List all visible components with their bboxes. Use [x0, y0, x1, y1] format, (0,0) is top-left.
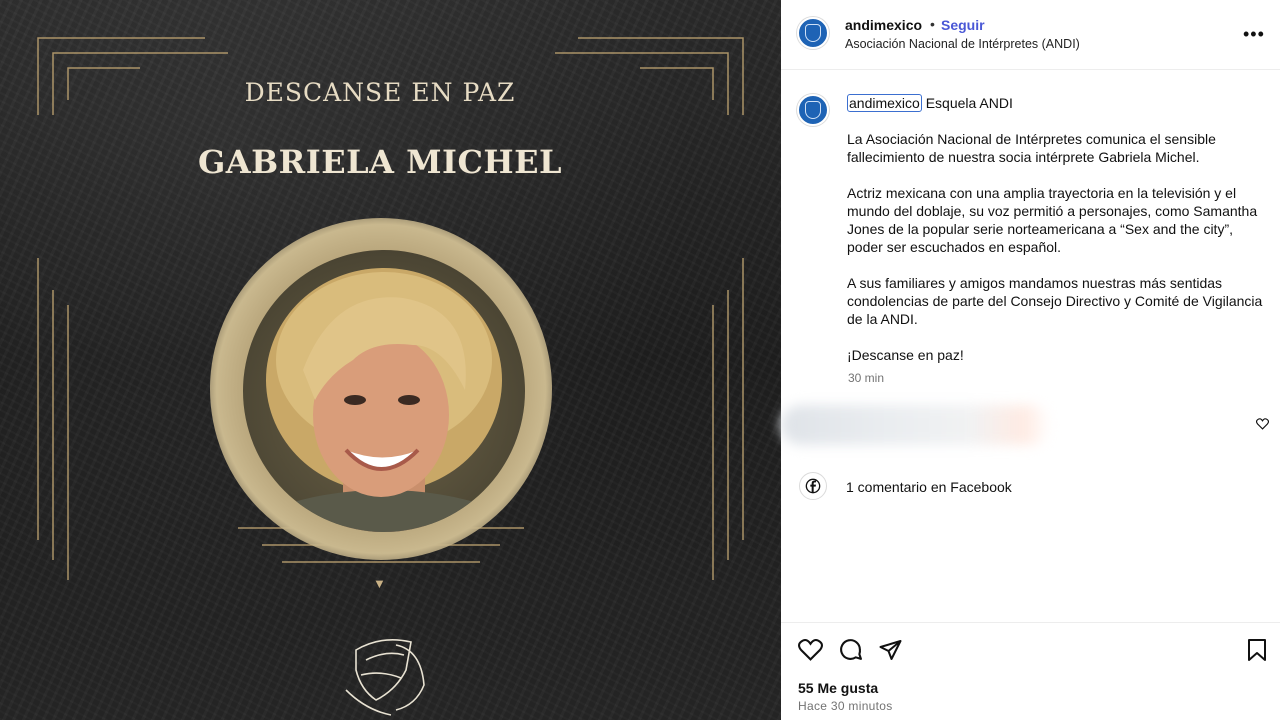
caption-title: Esquela ANDI — [921, 95, 1013, 111]
facebook-icon — [799, 472, 827, 500]
portrait-photo — [243, 250, 525, 532]
post-side-panel: andimexico • Seguir Asociación Nacional … — [781, 0, 1280, 720]
caption-avatar[interactable] — [797, 94, 829, 126]
caption-heading: andimexico Esquela ANDI — [847, 94, 1267, 112]
post-actions-bar: 55 Me gusta Hace 30 minutos — [781, 622, 1280, 720]
header-location[interactable]: Asociación Nacional de Intérpretes (ANDI… — [845, 37, 1080, 51]
deceased-name: GABRIELA MICHEL — [197, 143, 563, 181]
bookmark-save-icon[interactable] — [1247, 638, 1267, 662]
follow-button[interactable]: Seguir — [941, 17, 985, 33]
caption-paragraph: La Asociación Nacional de Intérpretes co… — [847, 131, 1216, 165]
caption-username-link[interactable]: andimexico — [847, 94, 922, 112]
comment-icon[interactable] — [838, 637, 863, 662]
caption-paragraph: Actriz mexicana con una amplia trayector… — [847, 185, 1258, 255]
rip-subtitle: DESCANSE EN PAZ — [244, 78, 516, 107]
share-send-icon[interactable] — [878, 638, 903, 662]
caption-closing: ¡Descanse en paz! — [847, 347, 964, 363]
header-username[interactable]: andimexico — [845, 17, 922, 33]
like-heart-icon[interactable] — [798, 638, 823, 662]
comment-like-heart-icon[interactable] — [1256, 418, 1269, 430]
andi-logo-icon — [345, 639, 425, 716]
triangle-down-icon: ▼ — [373, 576, 386, 591]
header-separator: • — [930, 16, 935, 32]
caption-paragraph: A sus familiares y amigos mandamos nuest… — [847, 275, 1263, 327]
like-count[interactable]: 55 Me gusta — [798, 680, 878, 696]
profile-avatar[interactable] — [797, 17, 829, 49]
more-options-icon[interactable]: ••• — [1243, 24, 1265, 45]
blurred-comment — [781, 405, 1051, 445]
post-image[interactable]: DESCANSE EN PAZ GABRIELA MICHEL ▼ — [0, 0, 781, 720]
facebook-comments-link[interactable]: 1 comentario en Facebook — [846, 479, 1012, 495]
caption-timestamp[interactable]: 30 min — [848, 371, 884, 385]
post-time-ago[interactable]: Hace 30 minutos — [798, 699, 893, 713]
post-caption: andimexico Esquela ANDI La Asociación Na… — [847, 94, 1267, 364]
post-header: andimexico • Seguir Asociación Nacional … — [781, 0, 1280, 70]
